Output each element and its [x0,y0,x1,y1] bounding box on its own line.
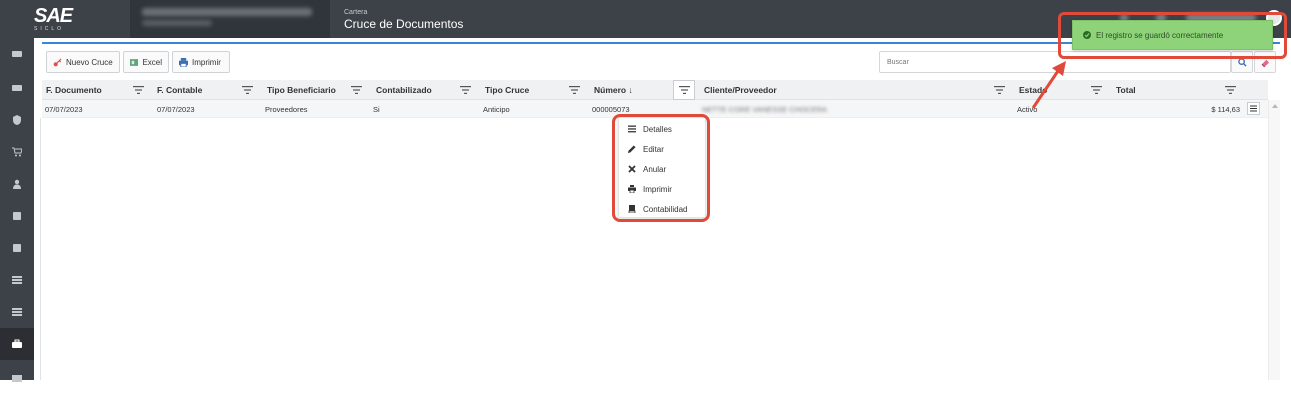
sidebar-item-5[interactable] [0,168,34,200]
list-icon [12,276,22,284]
filter-icon[interactable] [133,85,144,95]
sidebar-item-7[interactable] [0,232,34,264]
book-icon [13,244,21,252]
breadcrumb-module: Cartera [344,9,368,16]
column-header-total[interactable]: Total [1112,80,1232,100]
annotation-arrow [1031,61,1066,109]
sidebar-item-11[interactable] [0,362,34,394]
sidebar-item-8[interactable] [0,264,34,296]
briefcase-icon [12,339,22,348]
company-selector[interactable] [130,0,330,38]
print-button[interactable]: Imprimir [172,51,230,73]
sidebar-item-6[interactable] [0,200,34,232]
toast-highlight [1058,12,1287,59]
filter-icon[interactable] [242,85,253,95]
sidebar-item-1[interactable] [0,38,34,70]
shield-icon [13,115,21,125]
filter-icon[interactable] [351,85,362,95]
sidebar-item-9[interactable] [0,296,34,328]
page-title: Cruce de Documentos [344,17,464,31]
card-icon [12,85,22,91]
cell-total: $ 114,63 [1211,104,1240,114]
cell-contabilizado: Si [373,104,380,114]
table-header: F. Documento F. Contable Tipo Beneficiar… [42,80,1268,100]
cell-tipo-cruce: Anticipo [483,104,510,114]
sidebar-item-cartera[interactable] [0,328,34,360]
users-icon [13,179,21,189]
row-menu-button[interactable] [1247,102,1260,115]
filter-icon[interactable] [569,85,580,95]
mail-icon [12,375,22,382]
printer-icon [179,57,188,67]
filter-icon[interactable] [1225,85,1236,95]
cart-icon [12,147,22,157]
filter-icon[interactable] [1091,85,1102,95]
cell-f-contable: 07/07/2023 [157,104,195,114]
filter-icon[interactable] [460,85,471,95]
excel-icon [130,58,139,66]
table-left-border [40,118,41,380]
sidebar-item-4[interactable] [0,136,34,168]
sidebar-item-3[interactable] [0,104,34,136]
cell-cliente-proveedor: NETTE CORE VANESSE CHOCERA [702,104,827,114]
cell-tipo-beneficiario: Proveedores [265,104,308,114]
scroll-up-icon[interactable] [1272,104,1278,108]
key-icon [53,57,62,66]
hamburger-icon [1250,105,1257,112]
book-icon [13,212,21,220]
sidebar [0,38,34,382]
column-header-numero[interactable]: Número ↓ [590,80,670,100]
column-header-cliente-proveedor[interactable]: Cliente/Proveedor [700,80,1010,100]
card-icon [12,51,22,57]
app-logo[interactable]: SAE SICLO [34,6,86,34]
filter-icon-active[interactable] [673,80,695,100]
sidebar-item-2[interactable] [0,72,34,104]
context-menu-highlight [612,114,710,222]
cell-f-documento: 07/07/2023 [45,104,83,114]
vertical-scrollbar[interactable] [1268,100,1280,380]
excel-button[interactable]: Excel [123,51,169,73]
filter-icon[interactable] [994,85,1005,95]
list-icon [12,308,22,316]
new-cruce-button[interactable]: Nuevo Cruce [46,51,120,73]
